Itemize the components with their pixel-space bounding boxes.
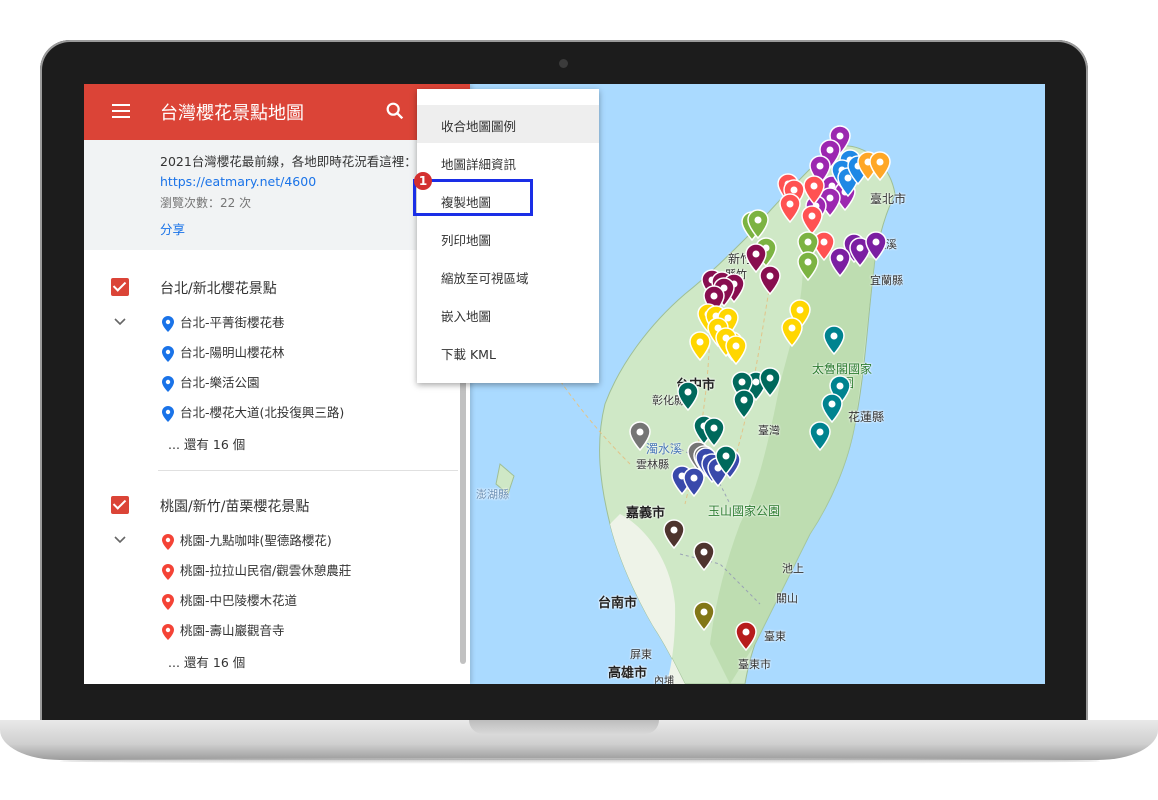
list-item-label: 桃園-九點咖啡(聖德路櫻花)	[180, 533, 332, 548]
map-pin-icon	[162, 375, 174, 392]
panel-header: 台灣櫻花景點地圖	[84, 84, 470, 140]
menu-item-embed-map[interactable]: 嵌入地圖	[417, 295, 599, 333]
map-description-text: 2021台灣櫻花最前線，各地即時花況看這裡：	[160, 154, 417, 169]
annotation-step-badge: 1	[414, 172, 432, 190]
menu-item-label: 縮放至可視區域	[441, 271, 529, 286]
map-label-penghu: 澎湖縣	[476, 488, 509, 501]
layer-header: 桃園/新竹/苗栗櫻花景點	[84, 486, 470, 526]
layer-title: 桃園/新竹/苗栗櫻花景點	[160, 499, 310, 515]
map-label-yushan: 玉山國家公園	[708, 504, 781, 518]
map-label-tainan: 台南市	[598, 596, 638, 611]
description-link[interactable]: https://eatmary.net/4600	[160, 174, 316, 189]
list-item[interactable]: 台北-陽明山櫻花林	[162, 342, 285, 362]
map-label-pingtung: 屏東	[630, 648, 652, 661]
map-label-guanshan: 關山	[776, 592, 798, 605]
list-item-label: 台北-陽明山櫻花林	[180, 345, 285, 360]
list-item-label: 台北-櫻花大道(北投復興三路)	[180, 405, 345, 420]
map-pin-icon	[162, 593, 174, 610]
map-pin-icon	[162, 315, 174, 332]
map-label-hualien: 花蓮縣	[848, 410, 885, 424]
list-item-label: 桃園-中巴陵櫻木花道	[180, 593, 298, 608]
laptop-notch	[469, 720, 659, 734]
chevron-down-icon[interactable]	[114, 318, 126, 326]
list-item-label: 桃園-拉拉山民宿/觀雲休憩農莊	[180, 563, 352, 578]
list-item[interactable]: 桃園-中巴陵櫻木花道	[162, 590, 297, 610]
map-pin-icon	[162, 623, 174, 640]
list-item[interactable]: 台北-樂活公園	[162, 372, 260, 392]
menu-item-print-map[interactable]: 列印地圖	[417, 219, 599, 257]
show-more-link[interactable]: ... 還有 16 個	[168, 434, 245, 453]
layer-title: 台北/新北櫻花景點	[160, 281, 277, 297]
layer-header: 台北/新北櫻花景點	[84, 268, 470, 308]
laptop-shadow	[60, 758, 1100, 764]
map-label-chishang: 池上	[782, 562, 804, 575]
menu-item-label: 收合地圖圖例	[441, 119, 517, 134]
list-item[interactable]: 桃園-拉拉山民宿/觀雲休憩農莊	[162, 560, 351, 580]
show-more-link[interactable]: ... 還有 16 個	[168, 652, 245, 671]
menu-item-map-details[interactable]: 地圖詳細資訊	[417, 143, 599, 181]
map-label-taipei: 臺北市	[870, 192, 907, 206]
map-pin-icon	[162, 345, 174, 362]
map-label-neipu: 內埔	[654, 676, 674, 684]
map-description: 2021台灣櫻花最前線，各地即時花況看這裡： https://eatmary.ne…	[160, 152, 446, 192]
menu-item-label: 列印地圖	[441, 233, 492, 248]
share-link[interactable]: 分享	[160, 219, 185, 238]
map-label-taitung: 臺東市	[738, 658, 771, 671]
map-label-taitung-area: 臺東	[764, 630, 786, 643]
layer-divider	[158, 470, 458, 471]
map-label-kaohsiung: 高雄市	[608, 666, 648, 681]
menu-item-zoom-to-view[interactable]: 縮放至可視區域	[417, 257, 599, 295]
map-label-hsinchu-county: 縣竹	[725, 268, 747, 281]
layer-checkbox[interactable]	[111, 278, 129, 296]
chevron-down-icon[interactable]	[114, 536, 126, 544]
map-label-changhua: 彰化縣	[652, 394, 685, 407]
map-options-menu: 收合地圖圖例 地圖詳細資訊 複製地圖 列印地圖 縮放至可視區域 嵌入地圖 下載 …	[417, 89, 599, 383]
menu-item-label: 嵌入地圖	[441, 309, 492, 324]
search-icon[interactable]	[384, 100, 406, 122]
legend-panel: 台灣櫻花景點地圖 2021台灣櫻花最前線，各地即時花況看這裡： https://e…	[84, 84, 470, 684]
list-item-label: 台北-平菁街櫻花巷	[180, 315, 285, 330]
map-label-chiayi: 嘉義市	[626, 506, 666, 521]
map-label-yilan: 宜蘭縣	[870, 274, 903, 287]
map-label-yunlin: 雲林縣	[636, 458, 669, 471]
menu-item-collapse-legend[interactable]: 收合地圖圖例	[417, 105, 599, 143]
menu-icon[interactable]	[112, 104, 130, 118]
map-pin-icon	[162, 563, 174, 580]
list-item[interactable]: 桃園-九點咖啡(聖德路櫻花)	[162, 530, 332, 550]
map-label-zhuoshui: 濁水溪	[646, 442, 683, 456]
list-item-label: 台北-樂活公園	[180, 375, 260, 390]
camera-icon	[559, 59, 568, 68]
menu-item-label: 下載 KML	[441, 347, 496, 362]
menu-item-label: 地圖詳細資訊	[441, 157, 517, 172]
map-label-taichung: 台中市	[676, 378, 716, 393]
map-label-nantou: 臺灣	[758, 424, 780, 437]
list-item-label: 桃園-壽山巖觀音寺	[180, 623, 285, 638]
view-count: 瀏覽次數：22 次	[160, 196, 252, 210]
map-title: 台灣櫻花景點地圖	[160, 103, 304, 124]
menu-item-download-kml[interactable]: 下載 KML	[417, 333, 599, 371]
map-label-yilan-coast: 礁溪	[875, 238, 897, 251]
layer-checkbox[interactable]	[111, 496, 129, 514]
list-item[interactable]: 桃園-壽山巖觀音寺	[162, 620, 285, 640]
list-item[interactable]: 台北-平菁街櫻花巷	[162, 312, 285, 332]
map-pin-icon	[162, 405, 174, 422]
list-item[interactable]: 台北-櫻花大道(北投復興三路)	[162, 402, 344, 422]
map-label-hsinchu: 新竹市	[728, 252, 765, 266]
map-label-taroko: 太魯閣國家公園	[811, 362, 872, 390]
map-pin-icon	[162, 533, 174, 550]
